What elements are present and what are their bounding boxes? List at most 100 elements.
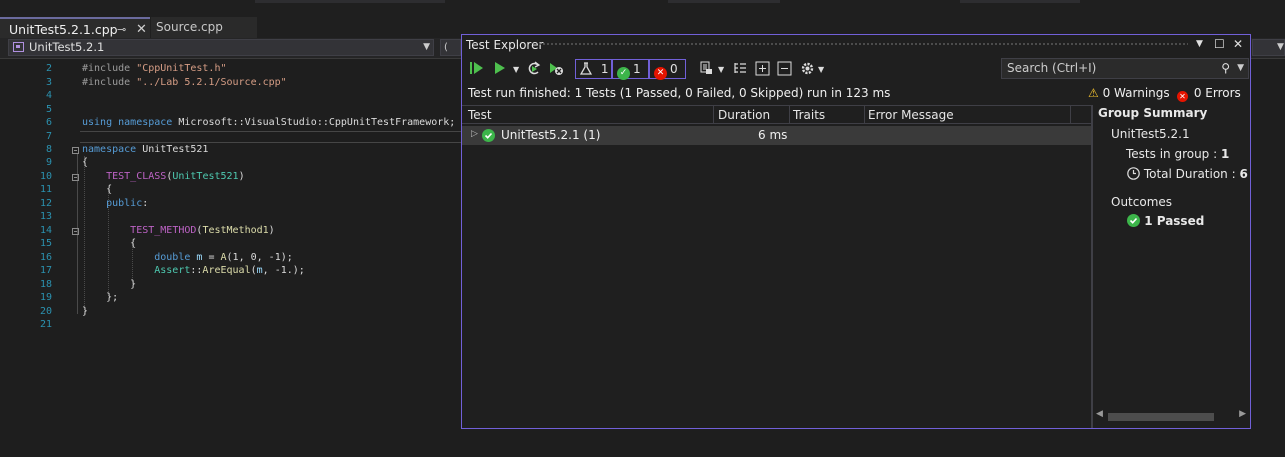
column-header-test[interactable]: Test (468, 108, 492, 122)
chevron-down-icon[interactable]: ▼ (818, 65, 824, 74)
column-header-error-message[interactable]: Error Message (868, 108, 954, 122)
pin-icon[interactable]: ⊸ (117, 19, 126, 40)
line-number: 16 (39, 252, 52, 263)
title-bar-segment (960, 0, 1080, 3)
chevron-down-icon: ▼ (423, 42, 430, 52)
tests-in-group-row: Tests in group : 1 (1126, 147, 1230, 161)
column-header-duration[interactable]: Duration (718, 108, 770, 122)
horizontal-scrollbar[interactable]: ◀ ▶ (1096, 409, 1246, 423)
column-divider[interactable] (864, 106, 865, 124)
line-number: 6 (45, 117, 52, 128)
run-all-icon[interactable] (470, 61, 484, 79)
errors-filter[interactable]: ✕ 0 Errors (1177, 86, 1241, 102)
line-number: 5 (45, 104, 52, 115)
close-icon[interactable]: ✕ (1233, 37, 1243, 51)
column-header-traits[interactable]: Traits (793, 108, 825, 122)
scrollbar-thumb[interactable] (1108, 413, 1214, 421)
passed-tests-filter[interactable]: ✓ 1 (612, 59, 649, 80)
repeat-last-run-icon[interactable] (526, 61, 542, 80)
test-group-name: UnitTest5.2.1 (1) (501, 128, 601, 142)
code-line-6: using namespace Microsoft::VisualStudio:… (82, 117, 456, 128)
chevron-down-icon[interactable]: ▼ (1237, 59, 1244, 78)
scroll-left-icon[interactable]: ◀ (1096, 409, 1103, 419)
test-explorer-window: Test Explorer ▼ ☐ ✕ ▼ 1 ✓ 1 ✕ 0 ▼ ▼ Sear… (461, 34, 1251, 429)
indent-guide (132, 244, 133, 284)
line-number: 9 (45, 157, 52, 168)
column-divider[interactable] (789, 106, 790, 124)
line-number: 20 (39, 306, 52, 317)
window-menu-chevron-icon[interactable]: ▼ (1196, 39, 1203, 49)
code-line-16: double m = A(1, 0, -1); (154, 252, 293, 263)
test-explorer-title-bar[interactable]: Test Explorer ▼ ☐ ✕ (462, 35, 1250, 55)
warnings-filter[interactable]: ⚠ 0 Warnings (1088, 86, 1170, 100)
expand-arrow-icon[interactable]: ▷ (471, 129, 478, 139)
run-icon[interactable] (494, 61, 506, 79)
passed-outcome: 1 Passed (1127, 214, 1204, 230)
close-icon[interactable]: ✕ (136, 19, 147, 40)
title-bar-segment (255, 0, 445, 3)
warning-icon: ⚠ (1088, 86, 1099, 100)
line-number: 21 (39, 319, 52, 330)
code-line-11: { (106, 184, 113, 195)
line-number: 7 (45, 131, 52, 142)
tab-source-cpp[interactable]: Source.cpp (151, 17, 257, 38)
member-dropdown[interactable]: ▼ (1252, 39, 1285, 56)
grid-header: Test Duration Traits Error Message (462, 105, 1092, 124)
line-number: 13 (39, 211, 52, 222)
playlist-icon[interactable] (700, 61, 714, 79)
project-dropdown-value: UnitTest5.2.1 (29, 40, 105, 54)
chevron-down-icon[interactable]: ▼ (718, 65, 724, 74)
line-number: 10 (39, 171, 52, 182)
column-divider[interactable] (713, 106, 714, 124)
cancel-run-icon[interactable] (548, 61, 564, 80)
total-tests-filter[interactable]: 1 (575, 59, 612, 79)
group-name: UnitTest5.2.1 (1111, 127, 1190, 141)
test-list-grid: Test Duration Traits Error Message ▷ Uni… (462, 105, 1092, 428)
line-number: 17 (39, 265, 52, 276)
code-editor[interactable]: 2 3 4 5 6 7 8 9 10 11 12 13 14 15 16 17 18 19 20 21 #includ… (0, 59, 461, 457)
window-title: Test Explorer (466, 38, 544, 52)
total-duration-row: Total Duration : 6 (1127, 167, 1248, 183)
line-number: 12 (39, 198, 52, 209)
scope-dropdown[interactable]: ( (440, 39, 461, 56)
code-line-14: TEST_METHOD(TestMethod1) (130, 225, 275, 236)
failed-tests-filter[interactable]: ✕ 0 (649, 59, 686, 80)
code-line-3: #include "../Lab 5.2.1/Source.cpp" (82, 77, 287, 88)
group-by-icon[interactable] (733, 61, 747, 79)
drag-grip[interactable] (538, 42, 1188, 47)
test-search-input[interactable]: Search (Ctrl+I) ⚲ ▼ (1001, 58, 1249, 79)
collapse-icon[interactable] (72, 147, 79, 154)
project-icon (13, 42, 24, 52)
title-bar-segment (668, 0, 780, 3)
settings-gear-icon[interactable] (800, 61, 815, 80)
code-line-9: { (82, 157, 89, 168)
line-number: 3 (45, 77, 52, 88)
maximize-icon[interactable]: ☐ (1214, 37, 1225, 51)
scroll-right-icon[interactable]: ▶ (1239, 409, 1246, 419)
chevron-down-icon[interactable]: ▼ (513, 65, 519, 74)
errors-count: 0 Errors (1193, 86, 1241, 100)
failed-icon: ✕ (654, 67, 667, 80)
tab-label: UnitTest5.2.1.cpp (9, 22, 118, 37)
error-icon: ✕ (1177, 91, 1188, 102)
search-icon[interactable]: ⚲ (1221, 59, 1230, 78)
passed-icon (1127, 214, 1140, 230)
collapse-all-icon[interactable] (777, 61, 792, 80)
line-number: 8 (45, 144, 52, 155)
collapse-icon[interactable] (72, 174, 79, 181)
expand-all-icon[interactable] (755, 61, 770, 80)
collapse-icon[interactable] (72, 228, 79, 235)
test-duration: 6 ms (758, 128, 788, 142)
column-divider[interactable] (1070, 106, 1071, 124)
failed-count: 0 (670, 62, 678, 76)
passed-count: 1 (633, 62, 641, 76)
warnings-count: 0 Warnings (1102, 86, 1170, 100)
passed-icon: ✓ (617, 67, 630, 80)
passed-icon (482, 129, 495, 145)
code-line-10: TEST_CLASS(UnitTest521) (106, 171, 245, 182)
table-row[interactable]: ▷ UnitTest5.2.1 (1) 6 ms (462, 126, 1092, 145)
project-dropdown[interactable]: UnitTest5.2.1 ▼ (8, 39, 434, 56)
line-number: 14 (39, 225, 52, 236)
total-count: 1 (600, 62, 609, 76)
tab-unittest-cpp[interactable]: UnitTest5.2.1.cpp ⊸ ✕ (0, 17, 150, 38)
